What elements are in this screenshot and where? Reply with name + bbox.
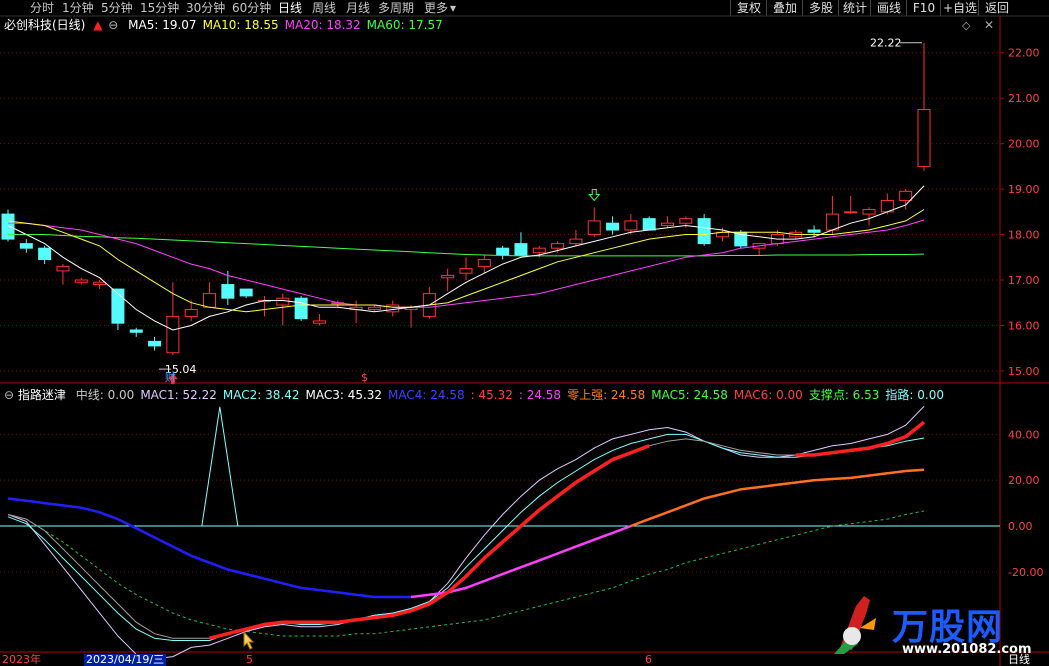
sell-arrow-icon xyxy=(588,188,601,202)
candle-body-38 xyxy=(697,218,711,245)
sub-axis-label-2: 0.00 xyxy=(1008,520,1033,533)
candle-body-49 xyxy=(899,190,913,201)
candle-body-32 xyxy=(587,220,601,236)
candle-body-35 xyxy=(642,218,656,231)
chart-canvas[interactable]: 22.00 21.00 20.00 19.00 18.00 17.00 16.00 15.00… xyxy=(0,0,1049,666)
main-axis-label-6: 16.00 xyxy=(1008,319,1040,332)
candle-body-8 xyxy=(148,340,162,347)
candle-body-34 xyxy=(624,220,638,231)
main-axis-label-3: 19.00 xyxy=(1008,183,1040,196)
candle-body-26 xyxy=(477,259,491,267)
candle-body-17 xyxy=(312,320,326,324)
main-axis-label-4: 18.00 xyxy=(1008,229,1040,242)
candle-body-29 xyxy=(532,247,546,254)
high-price-label: 22.22 xyxy=(870,37,902,50)
candle-body-25 xyxy=(459,268,473,274)
candle-body-47 xyxy=(862,209,876,215)
candle-body-1 xyxy=(19,243,33,249)
main-axis-label-0: 22.00 xyxy=(1008,47,1040,60)
sub-axis-label-0: 40.00 xyxy=(1008,428,1040,441)
sub-axis-label-1: 20.00 xyxy=(1008,474,1040,487)
candle-body-36 xyxy=(661,222,675,226)
candle-body-24 xyxy=(441,274,455,279)
candle-body-27 xyxy=(496,247,510,256)
main-axis-label-5: 17.00 xyxy=(1008,274,1040,287)
candle-body-16 xyxy=(294,297,308,320)
candle-body-37 xyxy=(679,218,693,224)
candle-body-15 xyxy=(276,297,290,306)
candle-body-30 xyxy=(551,243,565,249)
candle-body-10 xyxy=(184,309,198,317)
mac3-strong-segment xyxy=(209,444,650,640)
dollar-tag: $ xyxy=(361,371,368,384)
mouse-cursor-icon xyxy=(243,630,255,650)
candle-body-5 xyxy=(93,281,107,286)
mac4-line-orange xyxy=(630,468,925,528)
time-cursor-date: 2023/04/19/三 xyxy=(84,653,167,666)
brand-url: www.201082.com xyxy=(902,642,1032,657)
candle-body-13 xyxy=(239,288,253,297)
brand-rocket-icon xyxy=(830,588,884,654)
ma60-line xyxy=(8,234,925,257)
candle-body-3 xyxy=(56,265,70,272)
sub-axis-label-3: -20.00 xyxy=(1008,566,1043,579)
candle-body-33 xyxy=(606,222,620,231)
time-month-6: 6 xyxy=(645,653,652,666)
mac4-line-blue xyxy=(7,497,411,599)
time-year-label: 2023年 xyxy=(2,653,41,666)
candle-body-46 xyxy=(844,211,858,214)
time-month-5: 5 xyxy=(246,653,253,666)
candle-body-45 xyxy=(825,213,839,231)
candle-body-21 xyxy=(386,304,400,313)
mac3-line xyxy=(7,421,925,639)
finance-tag: 财 xyxy=(165,370,176,384)
candle-body-11 xyxy=(203,293,217,308)
main-axis-label-2: 20.00 xyxy=(1008,138,1040,151)
candle-body-9 xyxy=(166,315,180,354)
candle-body-31 xyxy=(569,238,583,245)
candle-body-4 xyxy=(74,279,88,283)
mac5-line xyxy=(7,510,925,637)
candle-body-12 xyxy=(221,284,235,299)
candle-body-0 xyxy=(1,213,15,240)
candle-body-44 xyxy=(807,229,821,233)
main-axis-label-7: 15.00 xyxy=(1008,365,1040,378)
candle-body-28 xyxy=(514,243,528,256)
candle-body-2 xyxy=(38,247,52,261)
candle-body-7 xyxy=(129,329,143,333)
candle-body-20 xyxy=(367,306,381,311)
main-axis-label-1: 21.00 xyxy=(1008,92,1040,105)
signal-spike-line xyxy=(201,406,239,527)
candle-body-50 xyxy=(917,109,931,167)
